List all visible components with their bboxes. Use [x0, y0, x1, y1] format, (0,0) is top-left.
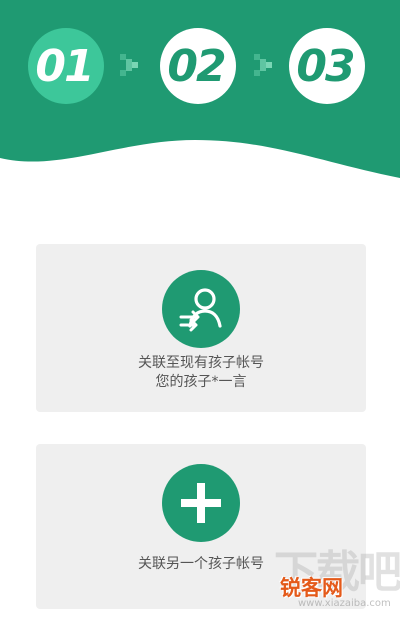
step-3-indicator: 03 [289, 28, 365, 104]
person-link-icon [162, 270, 240, 348]
step-2-indicator: 02 [160, 28, 236, 104]
link-another-child-title: 关联另一个孩子帐号 [138, 556, 264, 572]
step-2-label: 02 [167, 40, 226, 92]
link-existing-child-subtitle: 您的孩子*一言 [155, 374, 247, 390]
link-existing-child-text: 关联至现有孩子帐号 您的孩子*一言 [36, 354, 366, 392]
step-1-indicator: 01 [28, 28, 104, 104]
step-3-label: 03 [296, 40, 355, 92]
progress-header: 01 02 03 [0, 0, 400, 190]
plus-icon [162, 464, 240, 542]
chevron-right-icon [120, 54, 138, 76]
link-existing-child-title: 关联至现有孩子帐号 [138, 355, 264, 371]
link-another-child-account-card[interactable]: 关联另一个孩子帐号 [36, 444, 366, 609]
chevron-right-icon [254, 54, 272, 76]
step-1-label: 01 [35, 40, 94, 92]
link-another-child-text: 关联另一个孩子帐号 [36, 555, 366, 574]
link-existing-child-account-card[interactable]: 关联至现有孩子帐号 您的孩子*一言 [36, 244, 366, 412]
